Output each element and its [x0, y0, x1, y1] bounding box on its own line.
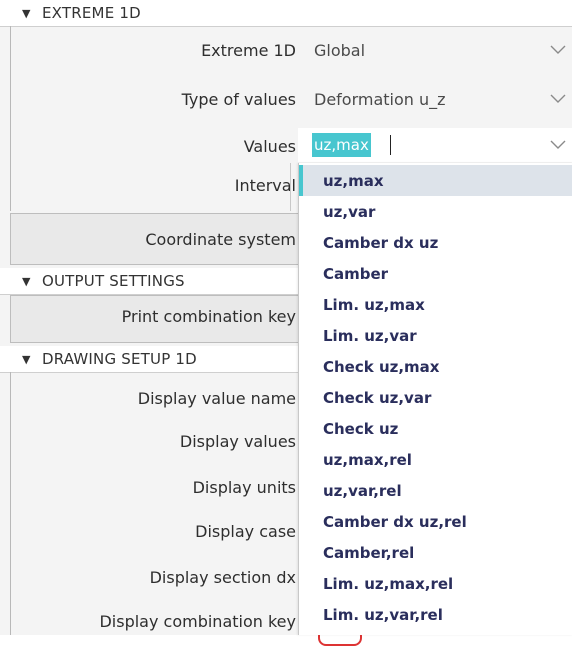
row-extreme-1d: Extreme 1D Global — [10, 28, 572, 72]
dropdown-option[interactable]: Check uz — [299, 413, 572, 444]
dropdown-option[interactable]: uz,var — [299, 196, 572, 227]
dropdown-option[interactable]: Check uz,max — [299, 351, 572, 382]
extreme-1d-value: Global — [314, 40, 366, 60]
extreme-1d-select[interactable]: Global — [298, 28, 572, 72]
values-combo-input[interactable]: uz,max — [298, 128, 572, 162]
label-display-values: Display values — [179, 431, 296, 451]
dropdown-option[interactable]: Lim. uz,max — [299, 289, 572, 320]
label-display-combination-key: Display combination key — [99, 611, 296, 631]
dropdown-option[interactable]: Lim. uz,var,rel — [299, 599, 572, 630]
label-display-value-name: Display value name — [137, 388, 296, 408]
option-label: uz,max,rel — [323, 450, 412, 469]
dropdown-option[interactable]: Lim. uz,var — [299, 320, 572, 351]
label-extreme-1d: Extreme 1D — [201, 40, 296, 60]
chevron-down-icon[interactable] — [550, 140, 566, 150]
option-label: uz,var,rel — [323, 481, 402, 500]
option-label: Camber,rel — [323, 543, 415, 562]
option-label: Camber dx uz,rel — [323, 512, 467, 531]
section-title: EXTREME 1D — [42, 4, 141, 22]
label-type-of-values: Type of values — [181, 89, 296, 109]
label-interval: Interval — [234, 175, 296, 195]
properties-panel: ▼ EXTREME 1D Extreme 1D Global Type of v… — [0, 0, 572, 646]
dropdown-option[interactable]: Camber dx uz,rel — [299, 506, 572, 537]
label-display-section-dx: Display section dx — [149, 567, 296, 587]
option-label: uz,max — [323, 171, 384, 190]
option-label: Lim. uz,max,rel — [323, 574, 454, 593]
values-selected-text[interactable]: uz,max — [312, 133, 371, 157]
option-label: Check uz,max — [323, 357, 440, 376]
dropdown-option[interactable]: Check uz,var — [299, 382, 572, 413]
text-caret — [390, 135, 391, 155]
selection-accent — [299, 165, 303, 196]
dropdown-option[interactable]: uz,max,rel — [299, 444, 572, 475]
option-label: Check uz — [323, 419, 399, 438]
section-title: OUTPUT SETTINGS — [42, 272, 185, 290]
option-label: Lim. uz,var — [323, 326, 417, 345]
label-values: Values — [243, 136, 296, 156]
option-label: Check uz,var — [323, 388, 432, 407]
label-print-combination-key: Print combination key — [121, 306, 296, 326]
section-header-extreme-1d[interactable]: ▼ EXTREME 1D — [0, 0, 572, 27]
dropdown-option[interactable]: Lim. uz,max,rel — [299, 568, 572, 599]
triangle-down-icon: ▼ — [22, 352, 31, 366]
label-display-units: Display units — [192, 477, 296, 497]
dropdown-option[interactable]: uz,max — [299, 165, 572, 196]
chevron-down-icon[interactable] — [550, 45, 566, 55]
dropdown-option[interactable]: Camber — [299, 258, 572, 289]
dropdown-option[interactable]: Camber dx uz — [299, 227, 572, 258]
label-display-case: Display case — [195, 521, 296, 541]
option-label: uz,var — [323, 202, 376, 221]
label-coordinate-system: Coordinate system — [145, 229, 296, 249]
chevron-down-icon[interactable] — [550, 94, 566, 104]
values-dropdown-list: uz,max uz,var Camber dx uz Camber Lim. u… — [298, 163, 572, 635]
triangle-down-icon: ▼ — [22, 6, 31, 20]
row-type-of-values: Type of values Deformation u_z — [10, 77, 572, 121]
triangle-down-icon: ▼ — [22, 274, 31, 288]
option-label: Camber dx uz — [323, 233, 439, 252]
column-divider — [290, 163, 291, 211]
option-label: Lim. uz,max — [323, 295, 425, 314]
option-label: Camber — [323, 264, 389, 283]
dropdown-option[interactable]: uz,var,rel — [299, 475, 572, 506]
type-of-values-value: Deformation u_z — [314, 89, 446, 109]
dropdown-option[interactable]: Camber,rel — [299, 537, 572, 568]
section-title: DRAWING SETUP 1D — [42, 350, 197, 368]
option-label: Lim. uz,var,rel — [323, 605, 443, 624]
type-of-values-select[interactable]: Deformation u_z — [298, 77, 572, 121]
